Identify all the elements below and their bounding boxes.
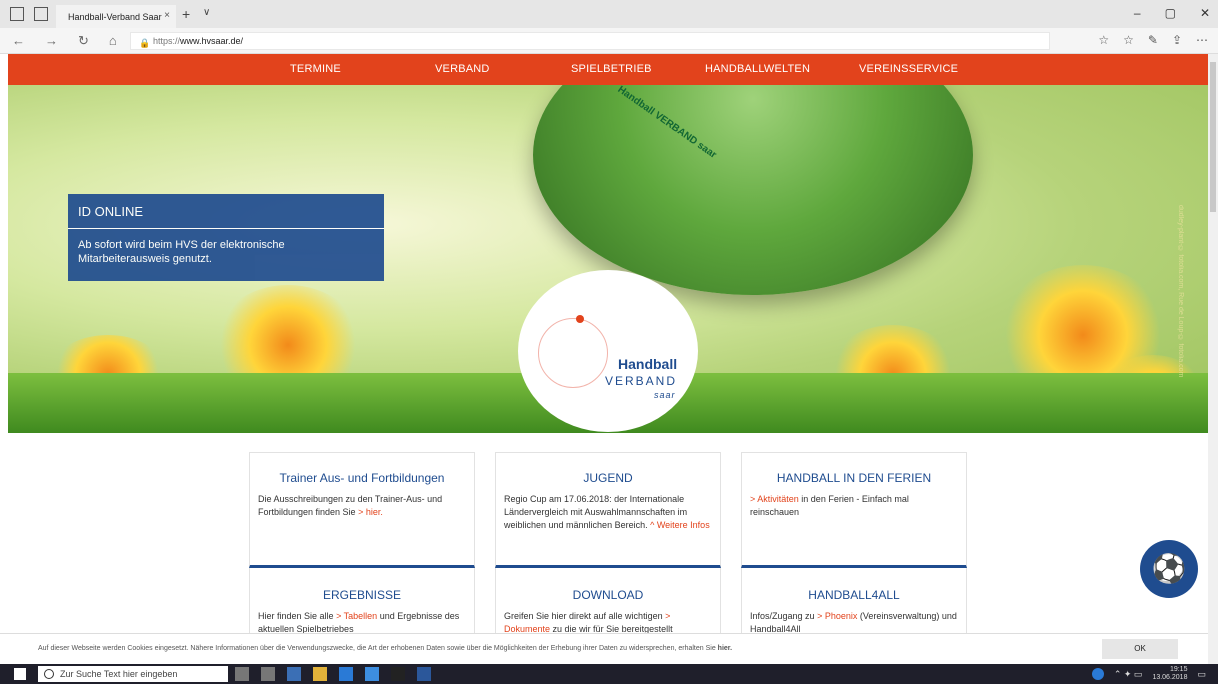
main-navigation: TERMINE VERBAND SPIELBETRIEB HANDBALLWEL…: [8, 54, 1208, 85]
back-button[interactable]: ←: [12, 33, 25, 49]
tray-app-icon[interactable]: [1091, 668, 1104, 680]
logo-dot-icon: [576, 315, 584, 323]
cookie-link[interactable]: hier.: [718, 645, 732, 652]
taskbar-search-input[interactable]: Zur Suche Text hier eingeben: [38, 666, 228, 682]
clock-time: 19:15: [1169, 666, 1188, 673]
maximize-button[interactable]: ▢: [1165, 6, 1176, 20]
info-box-text: Ab sofort wird beim HVS der elektronisch…: [78, 239, 285, 265]
floating-handball-button[interactable]: ⚽: [1140, 540, 1198, 598]
card-link[interactable]: > Phoenix: [817, 611, 857, 621]
edge-browser-icon[interactable]: [287, 667, 301, 681]
card-download[interactable]: DOWNLOAD Greifen Sie hier direkt auf all…: [495, 568, 721, 634]
lock-icon: 🔒: [139, 38, 151, 48]
microphone-icon[interactable]: [235, 667, 249, 681]
word-icon[interactable]: [417, 667, 431, 681]
browser-tab[interactable]: Handball-Verband Saar ×: [56, 5, 176, 28]
card-link[interactable]: > Tabellen: [336, 611, 377, 621]
taskbar: Zur Suche Text hier eingeben ⌃ ✦ ▭ 19:15…: [0, 664, 1218, 684]
nav-verband[interactable]: VERBAND: [435, 63, 490, 75]
info-box[interactable]: ID ONLINE Ab sofort wird beim HVS der el…: [68, 194, 384, 281]
card-text: Hier finden Sie alle > Tabellen und Erge…: [258, 611, 460, 634]
forward-button[interactable]: →: [45, 33, 58, 49]
address-bar-row: ← → ↻ ⌂ 🔒 https://www.hvsaar.de/ ☆ ☆ ✎ ⇪…: [0, 28, 1218, 54]
favorite-star-icon[interactable]: ☆: [1098, 33, 1109, 47]
tab-menu-chevron-icon[interactable]: ∨: [203, 7, 210, 18]
card-title: ERGEBNISSE: [322, 588, 402, 602]
scrollbar-thumb[interactable]: [1210, 62, 1216, 212]
nav-handballwelten[interactable]: HANDBALLWELTEN: [705, 63, 810, 75]
cookie-text: Auf dieser Webseite werden Cookies einge…: [38, 645, 733, 652]
tab-bar: Handball-Verband Saar × + ∨ – ▢ ✕: [0, 0, 1218, 28]
cookie-ok-button[interactable]: OK: [1102, 639, 1178, 659]
tab-list-icon[interactable]: [10, 7, 24, 21]
nav-spielbetrieb[interactable]: SPIELBETRIEB: [571, 63, 652, 75]
tab-title: Handball-Verband Saar: [68, 11, 162, 22]
web-page: TERMINE VERBAND SPIELBETRIEB HANDBALLWEL…: [0, 54, 1208, 664]
card-text: Regio Cup am 17.06.2018: der Internation…: [504, 494, 710, 530]
clock-date: 13.06.2018: [1152, 674, 1188, 681]
home-button[interactable]: ⌂: [109, 33, 117, 49]
card-title: HANDBALL IN DEN FERIEN: [776, 471, 932, 485]
logo-swirl-icon: [538, 318, 608, 388]
card-link[interactable]: > hier.: [358, 507, 383, 517]
share-icon[interactable]: ⇪: [1172, 33, 1182, 47]
card-handball4all[interactable]: HANDBALL4ALL Infos/Zugang zu > Phoenix (…: [741, 568, 967, 634]
image-credit: dudley-plant-© fotolia.com, Rue de Loup-…: [1177, 205, 1184, 378]
tab-close-button[interactable]: ×: [164, 10, 170, 21]
minimize-button[interactable]: –: [1134, 6, 1141, 20]
card-title: HANDBALL4ALL: [808, 588, 900, 602]
card-title: JUGEND: [583, 471, 633, 485]
card-text: Die Ausschreibungen zu den Trainer-Aus- …: [258, 494, 443, 517]
card-link[interactable]: ^ Weitere Infos: [650, 520, 710, 530]
browser-window: Handball-Verband Saar × + ∨ – ▢ ✕ ← → ↻ …: [0, 0, 1218, 684]
url-input[interactable]: 🔒 https://www.hvsaar.de/: [130, 32, 1050, 50]
card-link[interactable]: > Aktivitäten: [750, 494, 799, 504]
new-tab-button[interactable]: +: [182, 6, 190, 22]
hvs-logo[interactable]: Handball VERBAND saar: [518, 270, 698, 432]
card-trainer[interactable]: Trainer Aus- und Fortbildungen Die Aussc…: [249, 452, 475, 568]
notes-pen-icon[interactable]: ✎: [1148, 33, 1158, 47]
windows-start-icon[interactable]: [14, 668, 26, 680]
card-ferien[interactable]: HANDBALL IN DEN FERIEN > Aktivitäten in …: [741, 452, 967, 568]
app-icon[interactable]: [365, 667, 379, 681]
refresh-button[interactable]: ↻: [78, 33, 89, 49]
favorites-hub-icon[interactable]: ☆: [1123, 33, 1134, 47]
nav-termine[interactable]: TERMINE: [290, 63, 341, 75]
card-title: DOWNLOAD: [572, 588, 644, 602]
tab-back-icon[interactable]: [34, 7, 48, 21]
task-view-icon[interactable]: [261, 667, 275, 681]
more-menu-icon[interactable]: ⋯: [1196, 33, 1208, 47]
scrollbar[interactable]: [1208, 54, 1218, 664]
close-window-button[interactable]: ✕: [1200, 6, 1210, 20]
amazon-icon[interactable]: [391, 667, 405, 681]
nav-vereinsservice[interactable]: VEREINSSERVICE: [859, 63, 958, 75]
file-explorer-icon[interactable]: [313, 667, 327, 681]
cookie-banner: Auf dieser Webseite werden Cookies einge…: [0, 633, 1208, 664]
network-icon[interactable]: ⌃ ✦ ▭: [1114, 669, 1143, 680]
notification-icon[interactable]: ▭: [1197, 669, 1206, 680]
card-title: Trainer Aus- und Fortbildungen: [279, 471, 445, 485]
card-text: Greifen Sie hier direkt auf alle wichtig…: [504, 611, 673, 634]
card-jugend[interactable]: JUGEND Regio Cup am 17.06.2018: der Inte…: [495, 452, 721, 568]
card-text: Infos/Zugang zu > Phoenix (Vereinsverwal…: [750, 611, 957, 634]
card-text: > Aktivitäten in den Ferien - Einfach ma…: [750, 494, 909, 517]
info-box-title: ID ONLINE: [68, 194, 384, 229]
store-icon[interactable]: [339, 667, 353, 681]
cortana-circle-icon: [44, 669, 54, 679]
card-ergebnisse[interactable]: ERGEBNISSE Hier finden Sie alle > Tabell…: [249, 568, 475, 634]
handball-image: [533, 85, 973, 295]
